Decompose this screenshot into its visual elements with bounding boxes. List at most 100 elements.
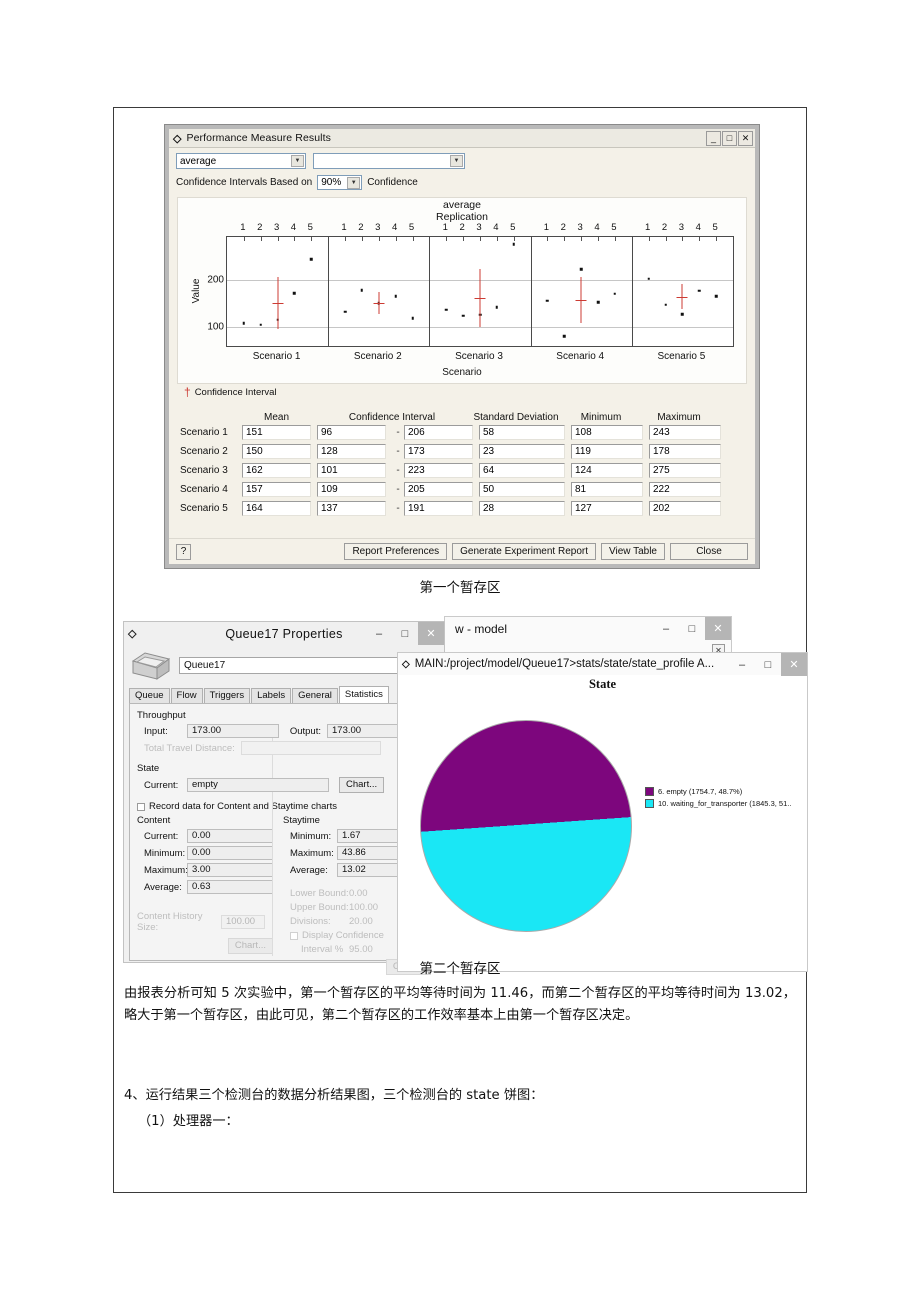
- cell-maximum[interactable]: 275: [649, 463, 721, 478]
- cell-ci-low[interactable]: 96: [317, 425, 386, 440]
- confidence-select[interactable]: 90% ▼: [317, 175, 363, 190]
- close-button[interactable]: ✕: [705, 617, 731, 640]
- cell-maximum[interactable]: 178: [649, 444, 721, 459]
- chart-icon: ◇: [173, 132, 182, 145]
- state-chart-button[interactable]: Chart...: [339, 777, 385, 793]
- cell-mean[interactable]: 151: [242, 425, 311, 440]
- help-button[interactable]: ?: [176, 543, 191, 560]
- staytime-minimum-label: Minimum:: [290, 830, 332, 842]
- chart-icon: ◇: [402, 658, 410, 670]
- replication-tick-label: 3: [375, 222, 381, 233]
- cell-standard-deviation[interactable]: 64: [479, 463, 565, 478]
- tab-statistics[interactable]: Statistics: [338, 686, 389, 703]
- replication-tick-label: 1: [645, 222, 651, 233]
- cell-maximum[interactable]: 202: [649, 501, 721, 516]
- minimize-button[interactable]: –: [366, 622, 392, 645]
- cell-mean[interactable]: 150: [242, 444, 311, 459]
- panel-divider: [530, 237, 532, 346]
- cell-standard-deviation[interactable]: 23: [479, 444, 565, 459]
- record-data-checkbox-row[interactable]: Record data for Content and Staytime cha…: [137, 801, 431, 812]
- scenario-label: Scenario 4: [556, 351, 605, 362]
- performance-measure-results-window: ◇ Performance Measure Results _ □ ✕ aver…: [164, 124, 760, 569]
- view-table-button[interactable]: View Table: [601, 543, 665, 560]
- cell-ci-high[interactable]: 223: [404, 463, 473, 478]
- minimize-button[interactable]: –: [653, 617, 679, 640]
- staytime-average-label: Average:: [290, 864, 328, 876]
- processor-one-label: （1）处理器一：: [138, 1114, 239, 1129]
- state-current-field[interactable]: empty: [187, 778, 329, 792]
- maximize-button[interactable]: □: [755, 653, 781, 676]
- axis-tick: [682, 237, 684, 241]
- tab-flow[interactable]: Flow: [170, 688, 203, 703]
- cell-minimum[interactable]: 124: [571, 463, 643, 478]
- chevron-down-icon[interactable]: ▼: [347, 177, 361, 189]
- column-header-minimum: Minimum: [580, 412, 622, 423]
- replication-tick-label: 5: [307, 222, 313, 233]
- axis-tick: [581, 237, 583, 241]
- tab-queue[interactable]: Queue: [129, 688, 170, 703]
- cell-mean[interactable]: 157: [242, 482, 311, 497]
- generate-experiment-report-button[interactable]: Generate Experiment Report: [452, 543, 596, 560]
- state-group-title: State: [137, 763, 160, 774]
- content-current-field[interactable]: 0.00: [187, 829, 273, 843]
- content-maximum-field[interactable]: 3.00: [187, 863, 273, 877]
- cell-minimum[interactable]: 81: [571, 482, 643, 497]
- chevron-down-icon[interactable]: ▼: [291, 155, 304, 167]
- cell-standard-deviation[interactable]: 50: [479, 482, 565, 497]
- panel-divider: [328, 237, 330, 346]
- cell-minimum[interactable]: 127: [571, 501, 643, 516]
- cell-standard-deviation[interactable]: 28: [479, 501, 565, 516]
- cell-ci-low[interactable]: 101: [317, 463, 386, 478]
- cell-maximum[interactable]: 243: [649, 425, 721, 440]
- data-point: [714, 294, 718, 298]
- close-button[interactable]: ✕: [781, 653, 807, 676]
- cell-ci-low[interactable]: 128: [317, 444, 386, 459]
- cell-mean[interactable]: 162: [242, 463, 311, 478]
- minimize-button[interactable]: _: [706, 130, 721, 146]
- cell-maximum[interactable]: 222: [649, 482, 721, 497]
- close-button[interactable]: ✕: [418, 622, 444, 645]
- cell-mean[interactable]: 164: [242, 501, 311, 516]
- pie-chart: [420, 720, 632, 932]
- axis-tick: [345, 237, 347, 241]
- record-data-checkbox[interactable]: [137, 802, 145, 811]
- content-average-field[interactable]: 0.63: [187, 880, 273, 894]
- document-page: ◇ Performance Measure Results _ □ ✕ aver…: [113, 107, 808, 1193]
- tab-triggers[interactable]: Triggers: [203, 688, 251, 703]
- cell-standard-deviation[interactable]: 58: [479, 425, 565, 440]
- content-chart-button[interactable]: Chart...: [227, 938, 273, 954]
- cell-ci-high[interactable]: 173: [404, 444, 473, 459]
- replication-tick-label: 1: [543, 222, 550, 233]
- cell-minimum[interactable]: 119: [571, 444, 643, 459]
- tab-labels[interactable]: Labels: [251, 688, 292, 703]
- chevron-down-icon[interactable]: ▼: [450, 155, 463, 167]
- close-button[interactable]: ✕: [738, 130, 753, 146]
- axis-tick: [395, 237, 397, 241]
- replication-tick-label: 3: [273, 222, 280, 233]
- minimize-button[interactable]: –: [729, 653, 755, 676]
- tab-general[interactable]: General: [292, 688, 338, 703]
- data-point: [461, 314, 465, 317]
- report-preferences-button[interactable]: Report Preferences: [344, 543, 448, 560]
- cell-minimum[interactable]: 108: [571, 425, 643, 440]
- measure-select[interactable]: average ▼: [176, 153, 306, 169]
- maximize-button[interactable]: □: [392, 622, 418, 645]
- cell-ci-low[interactable]: 109: [317, 482, 386, 497]
- input-field[interactable]: 173.00: [187, 724, 279, 738]
- measure-select-value: average: [180, 155, 217, 167]
- cell-ci-high[interactable]: 191: [404, 501, 473, 516]
- replication-tick-label: 4: [594, 222, 600, 233]
- maximize-button[interactable]: □: [722, 130, 737, 146]
- confidence-interval-icon: †: [184, 385, 191, 399]
- secondary-select[interactable]: ▼: [313, 153, 465, 169]
- confidence-row: Confidence Intervals Based on 90% ▼ Conf…: [176, 175, 748, 190]
- cell-ci-high[interactable]: 205: [404, 482, 473, 497]
- cell-ci-low[interactable]: 137: [317, 501, 386, 516]
- content-minimum-field[interactable]: 0.00: [187, 846, 273, 860]
- maximize-button[interactable]: □: [679, 617, 705, 640]
- cell-ci-high[interactable]: 206: [404, 425, 473, 440]
- close-dialog-button[interactable]: Close: [670, 543, 748, 560]
- display-confidence-checkbox[interactable]: [290, 931, 298, 940]
- axis-tick: [243, 237, 245, 241]
- chart-legend: † Confidence Interval: [184, 385, 748, 399]
